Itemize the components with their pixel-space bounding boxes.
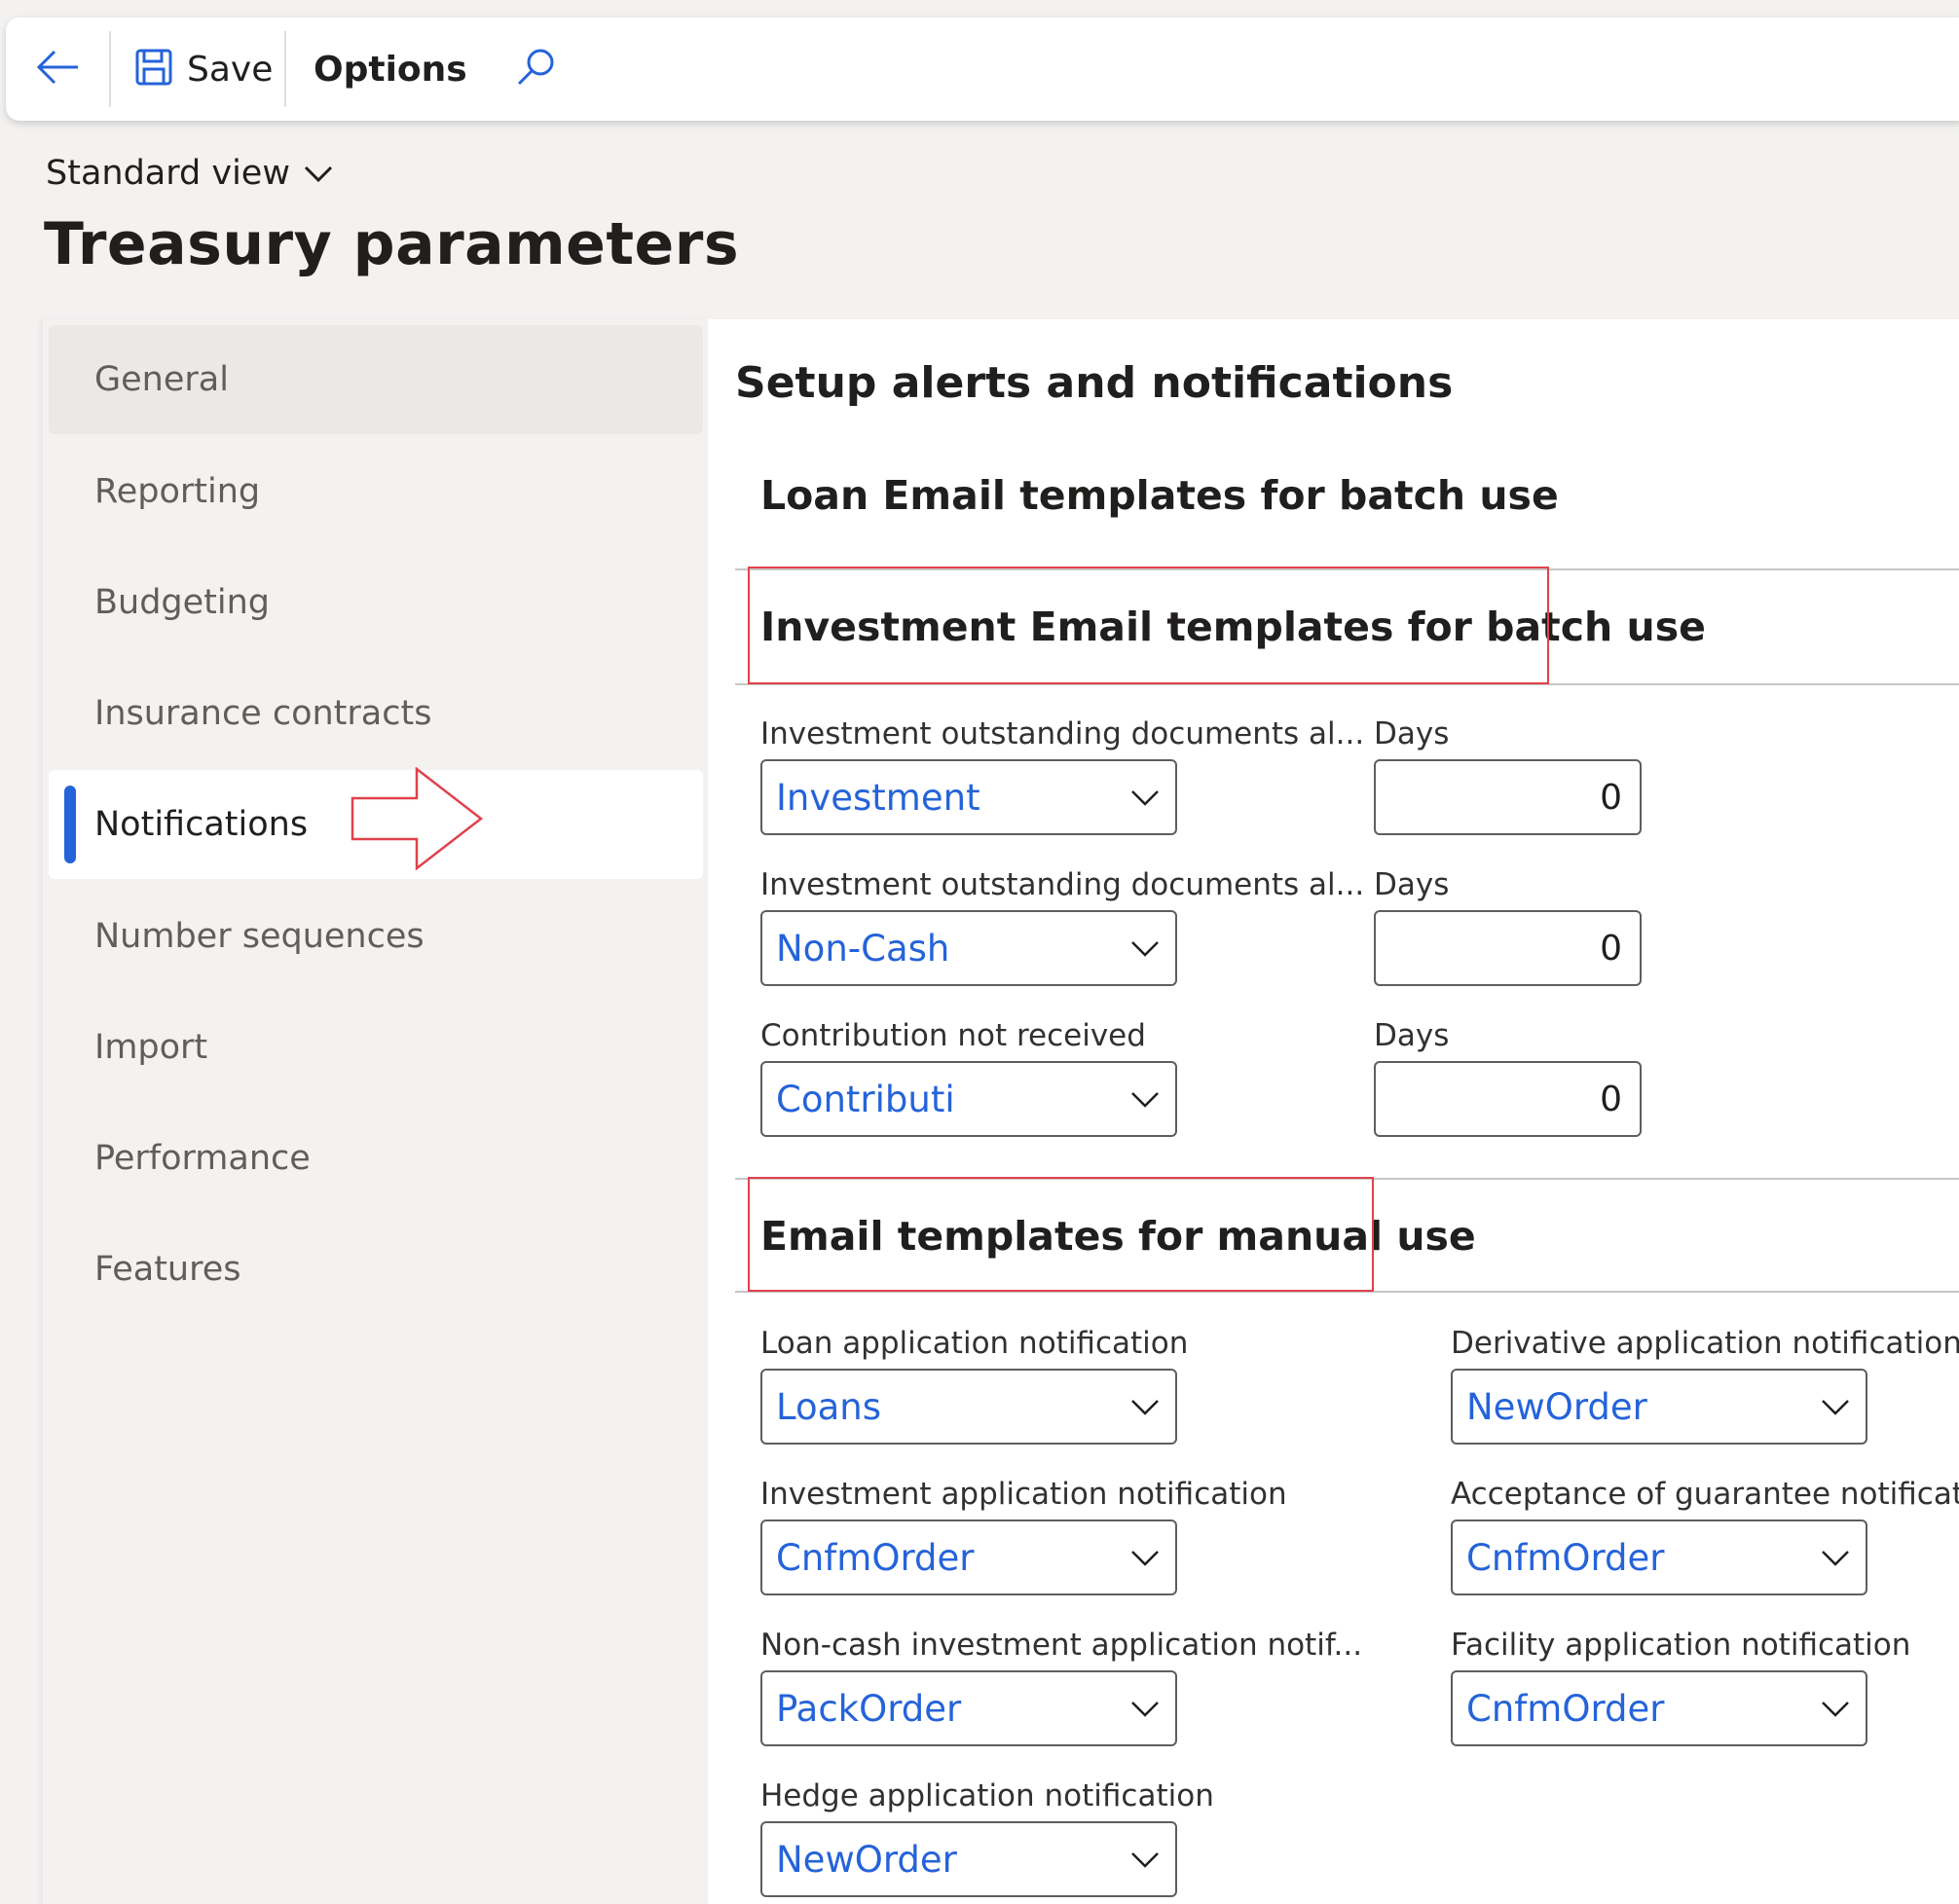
days-label: Days xyxy=(1374,1018,1450,1053)
nav-item-general[interactable]: General xyxy=(49,325,703,434)
nav-item-budgeting[interactable]: Budgeting xyxy=(49,548,703,657)
guarantee-acceptance-label: Acceptance of guarantee notification xyxy=(1451,1477,1959,1512)
chevron-down-icon xyxy=(1821,1392,1850,1425)
save-icon xyxy=(134,48,173,91)
facility-application-label: Facility application notification xyxy=(1451,1628,1911,1663)
derivative-application-label: Derivative application notification xyxy=(1451,1326,1959,1361)
days-input[interactable]: 0 xyxy=(1374,1061,1642,1137)
back-button[interactable] xyxy=(35,18,103,121)
hedge-application-combo[interactable]: NewOrder xyxy=(760,1821,1177,1897)
chevron-down-icon xyxy=(1130,1543,1160,1576)
options-button[interactable]: Options xyxy=(314,18,467,121)
chevron-down-icon xyxy=(1130,934,1160,967)
chevron-down-icon xyxy=(1821,1694,1850,1727)
facility-application-combo[interactable]: CnfmOrder xyxy=(1451,1670,1867,1746)
combo-value: CnfmOrder xyxy=(1466,1536,1665,1579)
view-selector[interactable]: Standard view xyxy=(46,154,333,193)
save-label: Save xyxy=(187,49,274,90)
nav-item-label: Features xyxy=(94,1250,241,1289)
chevron-down-icon xyxy=(1130,1694,1160,1727)
combo-value: Non-Cash xyxy=(776,927,950,970)
chevron-down-icon xyxy=(1130,1392,1160,1425)
view-label: Standard view xyxy=(46,154,290,193)
nav-item-label: Import xyxy=(94,1028,208,1067)
nav-item-label: Reporting xyxy=(94,472,261,511)
annotation-highlight-box xyxy=(748,567,1549,684)
investment-outstanding-noncash-label: Investment outstanding documents al... xyxy=(760,867,1365,902)
loan-application-combo[interactable]: Loans xyxy=(760,1369,1177,1445)
combo-value: NewOrder xyxy=(776,1838,957,1881)
nav-item-label: General xyxy=(94,360,229,399)
combo-value: Investment xyxy=(776,776,980,819)
toolbar-separator xyxy=(109,31,111,107)
save-button[interactable]: Save xyxy=(134,18,273,121)
hedge-application-label: Hedge application notification xyxy=(760,1778,1214,1813)
selected-indicator xyxy=(64,786,76,863)
combo-value: NewOrder xyxy=(1466,1385,1647,1428)
search-button[interactable] xyxy=(514,18,557,121)
days-label: Days xyxy=(1374,867,1450,902)
nav-item-label: Insurance contracts xyxy=(94,694,432,733)
action-toolbar: Save Options xyxy=(6,18,1959,121)
nav-item-reporting[interactable]: Reporting xyxy=(49,437,703,546)
combo-value: Loans xyxy=(776,1385,882,1428)
noncash-application-label: Non-cash investment application notif... xyxy=(760,1628,1363,1663)
combo-value: CnfmOrder xyxy=(1466,1687,1665,1730)
toolbar-separator xyxy=(284,31,286,107)
contribution-not-received-label: Contribution not received xyxy=(760,1018,1146,1053)
nav-item-features[interactable]: Features xyxy=(49,1215,703,1324)
chevron-down-icon xyxy=(1130,1845,1160,1878)
section-title: Setup alerts and notifications xyxy=(735,358,1454,408)
combo-value: CnfmOrder xyxy=(776,1536,975,1579)
nav-item-label: Performance xyxy=(94,1139,311,1178)
annotation-arrow-icon xyxy=(351,766,487,874)
annotation-highlight-box xyxy=(748,1177,1374,1292)
loan-application-label: Loan application notification xyxy=(760,1326,1189,1361)
settings-nav: General Reporting Budgeting Insurance co… xyxy=(43,319,708,1904)
days-input[interactable]: 0 xyxy=(1374,910,1642,986)
investment-outstanding-combo[interactable]: Investment xyxy=(760,759,1177,835)
back-arrow-icon xyxy=(35,48,80,91)
guarantee-acceptance-combo[interactable]: CnfmOrder xyxy=(1451,1520,1867,1595)
options-label: Options xyxy=(314,49,467,90)
combo-value: PackOrder xyxy=(776,1687,962,1730)
nav-item-insurance-contracts[interactable]: Insurance contracts xyxy=(49,659,703,768)
chevron-down-icon xyxy=(1821,1543,1850,1576)
chevron-down-icon xyxy=(1130,783,1160,816)
page-title: Treasury parameters xyxy=(44,210,740,278)
investment-outstanding-label: Investment outstanding documents al... xyxy=(760,716,1365,751)
days-input[interactable]: 0 xyxy=(1374,759,1642,835)
chevron-down-icon xyxy=(1130,1084,1160,1117)
nav-item-label: Number sequences xyxy=(94,917,425,956)
nav-item-number-sequences[interactable]: Number sequences xyxy=(49,882,703,991)
investment-noncash-combo[interactable]: Non-Cash xyxy=(760,910,1177,986)
investment-application-combo[interactable]: CnfmOrder xyxy=(760,1520,1177,1595)
nav-item-import[interactable]: Import xyxy=(49,993,703,1102)
noncash-application-combo[interactable]: PackOrder xyxy=(760,1670,1177,1746)
chevron-down-icon xyxy=(304,154,333,193)
search-icon xyxy=(514,46,557,92)
nav-item-performance[interactable]: Performance xyxy=(49,1104,703,1213)
nav-item-label: Budgeting xyxy=(94,583,271,622)
loan-batch-group-header[interactable]: Loan Email templates for batch use xyxy=(760,472,1559,519)
investment-application-label: Investment application notification xyxy=(760,1477,1287,1512)
nav-item-label: Notifications xyxy=(94,805,309,844)
days-label: Days xyxy=(1374,716,1450,751)
contribution-combo[interactable]: Contributi xyxy=(760,1061,1177,1137)
content-panel: Setup alerts and notifications Loan Emai… xyxy=(708,319,1959,1904)
combo-value: Contributi xyxy=(776,1078,955,1120)
derivative-application-combo[interactable]: NewOrder xyxy=(1451,1369,1867,1445)
